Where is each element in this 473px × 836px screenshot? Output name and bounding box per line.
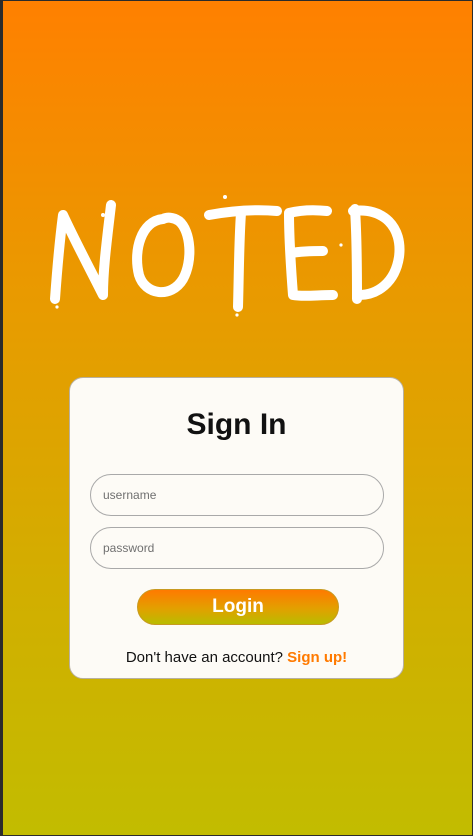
password-input[interactable] — [90, 527, 384, 569]
app-screen: Sign In Login Don't have an account? Sig… — [3, 1, 472, 835]
noted-logo — [50, 195, 405, 317]
signup-row: Don't have an account? Sign up! — [70, 649, 403, 666]
sign-in-title: Sign In — [186, 408, 287, 441]
signup-link[interactable]: Sign up! — [287, 649, 347, 666]
login-button[interactable]: Login — [137, 589, 339, 625]
username-input[interactable] — [90, 474, 384, 516]
login-card: Sign In Login Don't have an account? Sig… — [69, 377, 404, 679]
signup-prompt: Don't have an account? — [125, 649, 283, 666]
